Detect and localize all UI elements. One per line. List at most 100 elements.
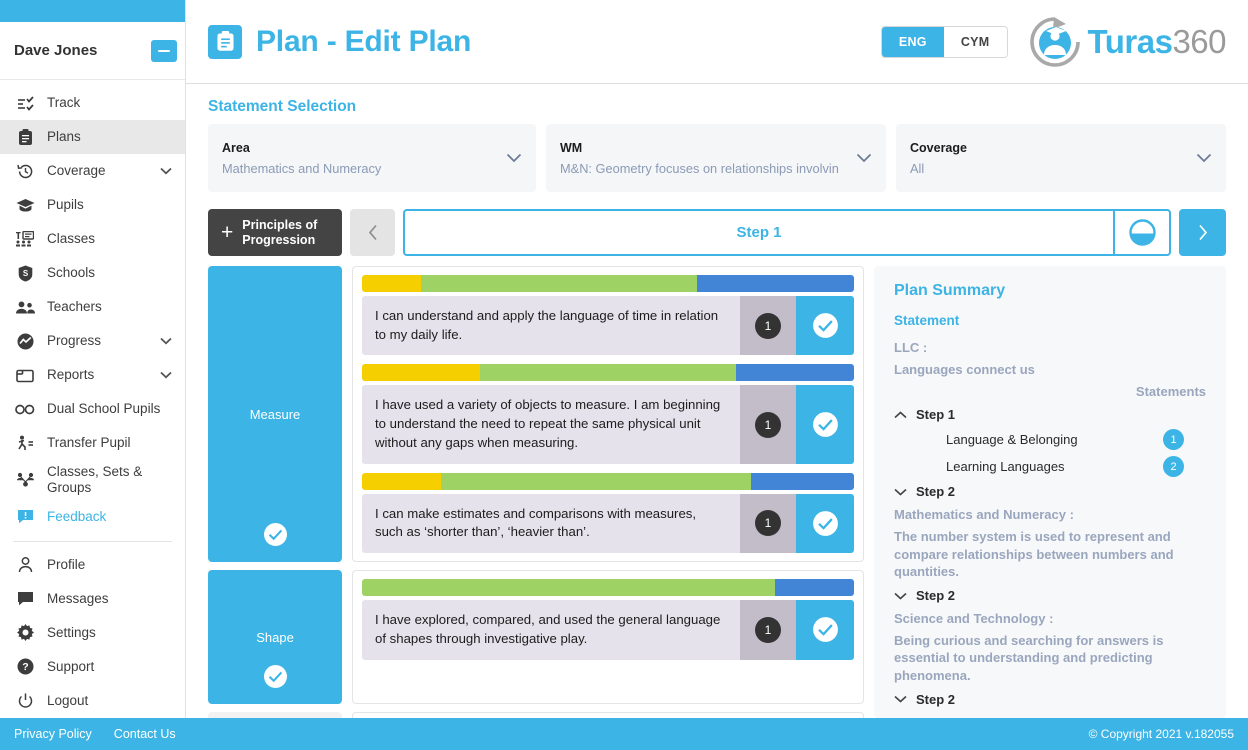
summary-step-label: Step 1 <box>916 407 956 423</box>
plan-summary-title: Plan Summary <box>894 282 1006 299</box>
statement-row-body: I can understand and apply the language … <box>362 296 854 356</box>
page-header: Plan - Edit Plan ENG CYM Turas360 <box>186 0 1248 84</box>
sidebar-item-teachers[interactable]: Teachers <box>0 290 185 324</box>
sidebar-item-feedback[interactable]: Feedback <box>0 500 185 534</box>
statement-text: I have used a variety of objects to meas… <box>362 385 740 464</box>
pop-label-line2: Progression <box>242 232 316 247</box>
summary-block: Mathematics and Numeracy : The number sy… <box>894 506 1206 603</box>
main-content: Statement Selection Area Mathematics and… <box>186 84 1248 720</box>
chevron-down-icon[interactable] <box>1196 153 1212 163</box>
statement-select-button[interactable] <box>796 600 854 660</box>
count-badge: 1 <box>755 510 781 537</box>
track-icon <box>14 93 36 113</box>
copyright-text: © Copyright 2021 v.182055 <box>1088 727 1234 741</box>
summary-step-row[interactable]: Step 2 <box>894 484 1206 499</box>
summary-step-row[interactable]: Step 2 <box>894 588 1206 603</box>
chevron-down-icon[interactable] <box>506 153 522 163</box>
help-icon: ? <box>14 657 36 677</box>
check-circle-icon[interactable] <box>208 664 342 689</box>
filter-value: Mathematics and Numeracy <box>222 160 382 176</box>
filter-wm[interactable]: WM M&N: Geometry focuses on relationship… <box>546 124 886 192</box>
progress-bar <box>362 364 854 382</box>
statement-select-button[interactable] <box>796 493 854 554</box>
statement-row: I can understand and apply the language … <box>362 275 854 356</box>
count-badge: 1 <box>755 616 781 643</box>
chevron-down-icon[interactable] <box>159 167 173 175</box>
next-step-button[interactable] <box>1179 209 1226 256</box>
sidebar-nav: Track Plans Coverage Pupils Classes S Sc… <box>0 80 185 750</box>
half-filled-circle-icon <box>1128 219 1156 246</box>
person-icon <box>14 555 36 575</box>
group-tag-measure[interactable]: Measure <box>208 266 342 563</box>
group-rows: I can understand and apply the language … <box>352 266 864 563</box>
filter-label: WM <box>560 140 583 155</box>
filter-bar: Area Mathematics and Numeracy WM M&N: Ge… <box>208 124 1226 192</box>
summary-step-row[interactable]: Step 1 <box>894 407 1206 422</box>
lang-button-eng[interactable]: ENG <box>881 26 944 57</box>
sidebar-item-support[interactable]: ? Support <box>0 650 185 684</box>
page-title-text: Plan - Edit Plan <box>256 24 472 58</box>
summary-block: Science and Technology : Being curious a… <box>894 610 1206 707</box>
filter-coverage[interactable]: Coverage All <box>896 124 1226 192</box>
caret-down-icon[interactable] <box>894 695 916 703</box>
privacy-policy-link[interactable]: Privacy Policy <box>14 727 92 741</box>
sidebar-item-profile[interactable]: Profile <box>0 548 185 582</box>
summary-step-label: Step 2 <box>916 484 956 500</box>
sidebar-item-reports[interactable]: Reports <box>0 358 185 392</box>
summary-child-row[interactable]: Language & Belonging 1 <box>894 429 1206 451</box>
lang-button-cym[interactable]: CYM <box>943 26 1007 57</box>
app-root: Dave Jones Track Plans Coverage Pupils C… <box>0 0 1248 750</box>
statement-group: Shape I have explored, compared, and use… <box>208 570 864 705</box>
bar-segment-green <box>440 472 751 490</box>
sidebar-item-label: Pupils <box>47 197 84 213</box>
sidebar-item-pupils[interactable]: Pupils <box>0 188 185 222</box>
statement-select-button[interactable] <box>796 385 854 464</box>
chevron-down-icon[interactable] <box>159 371 173 379</box>
sidebar-item-label: Coverage <box>47 163 106 179</box>
summary-child-row[interactable]: Learning Languages 2 <box>894 456 1206 478</box>
plus-icon: + <box>221 220 234 244</box>
infinity-icon <box>14 399 36 419</box>
chevron-right-icon <box>1198 224 1208 241</box>
message-icon <box>14 589 36 609</box>
sidebar-item-schools[interactable]: S Schools <box>0 256 185 290</box>
sidebar-item-label: Logout <box>47 692 89 708</box>
brand-name-secondary: 360 <box>1172 22 1226 60</box>
sidebar-item-settings[interactable]: Settings <box>0 616 185 650</box>
caret-down-icon[interactable] <box>894 488 916 496</box>
step-navigation: + Principles of Progression Step 1 <box>208 209 1226 256</box>
sidebar-item-transfer-pupil[interactable]: Transfer Pupil <box>0 426 185 460</box>
group-tag-shape[interactable]: Shape <box>208 570 342 705</box>
principles-of-progression-button[interactable]: + Principles of Progression <box>208 209 342 256</box>
caret-up-icon[interactable] <box>894 411 916 419</box>
chevron-down-icon[interactable] <box>856 153 872 163</box>
sidebar-item-logout[interactable]: Logout <box>0 684 185 718</box>
statement-group: Measure I can understand and apply the l… <box>208 266 864 563</box>
sidebar-item-dual-school-pupils[interactable]: Dual School Pupils <box>0 392 185 426</box>
group-rows: I have explored, compared, and used the … <box>352 570 864 705</box>
language-toggle[interactable]: ENG CYM <box>880 25 1008 58</box>
summary-desc-body: Languages connect us <box>894 361 1035 377</box>
check-circle-icon[interactable] <box>208 522 342 547</box>
statement-select-button[interactable] <box>796 296 854 356</box>
principles-of-progression-label: Principles of Progression <box>242 218 317 248</box>
sidebar-item-label: Settings <box>47 624 96 640</box>
sidebar-item-classes-sets-groups[interactable]: Classes, Sets & Groups <box>0 460 185 500</box>
sidebar-collapse-button[interactable] <box>151 39 177 62</box>
current-step[interactable]: Step 1 <box>403 209 1171 256</box>
step-state-button[interactable] <box>1113 211 1169 254</box>
sidebar-item-classes[interactable]: Classes <box>0 222 185 256</box>
filter-area[interactable]: Area Mathematics and Numeracy <box>208 124 536 192</box>
chevron-down-icon[interactable] <box>159 337 173 345</box>
filter-label: Coverage <box>910 140 967 155</box>
sidebar-item-track[interactable]: Track <box>0 86 185 120</box>
contact-us-link[interactable]: Contact Us <box>114 727 176 741</box>
sidebar-item-coverage[interactable]: Coverage <box>0 154 185 188</box>
sidebar-item-messages[interactable]: Messages <box>0 582 185 616</box>
prev-step-button[interactable] <box>350 209 395 256</box>
sidebar-item-plans[interactable]: Plans <box>0 120 185 154</box>
caret-down-icon[interactable] <box>894 592 916 600</box>
summary-block: LLC : Languages connect us Statements St… <box>894 339 1206 499</box>
summary-step-row[interactable]: Step 2 <box>894 692 1206 707</box>
sidebar-item-progress[interactable]: Progress <box>0 324 185 358</box>
